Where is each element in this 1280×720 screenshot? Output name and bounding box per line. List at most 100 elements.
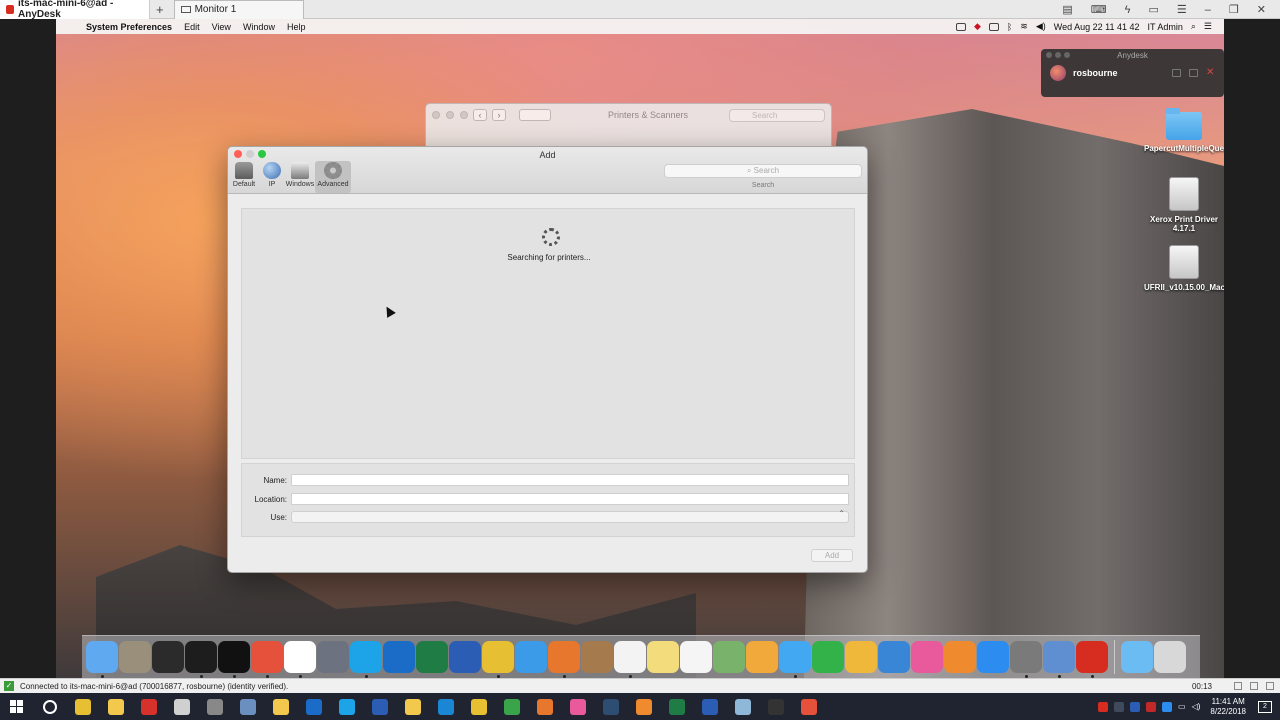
taskbar-excel-button[interactable] [660, 693, 693, 720]
dock-messages-icon[interactable] [779, 641, 811, 678]
printer-list[interactable]: Searching for printers... [241, 208, 855, 459]
taskbar-tools-button[interactable] [198, 693, 231, 720]
dock-launchpad-icon[interactable] [317, 641, 349, 673]
dock-itunes-icon[interactable] [911, 641, 943, 673]
tray-volume-icon[interactable]: ◁) [1192, 702, 1201, 711]
dock-trash-icon[interactable] [1154, 641, 1186, 673]
dock-firefox-icon[interactable] [548, 641, 580, 678]
dock-notes-pad-icon[interactable] [119, 641, 151, 673]
dock-pages-icon[interactable] [845, 641, 877, 673]
spotlight-icon[interactable]: ⌕ [1191, 21, 1196, 32]
taskbar-remote-button[interactable] [363, 693, 396, 720]
disconnect-icon[interactable]: ✕ [1206, 68, 1215, 78]
taskbar-app-button[interactable] [165, 693, 198, 720]
dock-downloads-icon[interactable] [1121, 641, 1153, 673]
taskbar-acrobat-button[interactable] [132, 693, 165, 720]
taskbar-chrome-2-button[interactable] [462, 693, 495, 720]
taskbar-file-explorer-button[interactable] [99, 693, 132, 720]
file-transfer-icon[interactable] [1172, 69, 1181, 77]
dock-ibooks-icon[interactable] [944, 641, 976, 673]
menu-window[interactable]: Window [237, 22, 281, 32]
app-menu[interactable]: System Preferences [80, 22, 178, 32]
dock-word-icon[interactable] [449, 641, 481, 673]
tray-monitor-icon[interactable] [1114, 701, 1125, 712]
airplay-icon[interactable] [988, 22, 999, 31]
remote-desktop[interactable]: System Preferences Edit View Window Help… [56, 19, 1224, 678]
dock-terminal-icon[interactable] [218, 641, 250, 678]
taskbar-chrome-button[interactable] [66, 693, 99, 720]
dock-anydesk-icon[interactable] [251, 641, 283, 678]
keyboard-icon[interactable]: ⌨ [1091, 3, 1107, 16]
desktop-icon-papercut[interactable]: PapercutMultipleQueuesTest [1144, 108, 1224, 153]
menu-icon[interactable]: ☰ [1177, 3, 1187, 16]
wifi-icon[interactable]: ≋ [1020, 21, 1028, 32]
settings-icon[interactable] [1266, 682, 1274, 690]
dock-safari-icon[interactable] [515, 641, 547, 673]
add-button[interactable]: Add [811, 549, 853, 562]
zoom-light[interactable] [460, 111, 468, 119]
back-button[interactable]: ‹ [473, 109, 487, 121]
clock-text[interactable]: Wed Aug 22 11 41 42 [1054, 22, 1140, 32]
taskbar-remote-desktop-button[interactable] [231, 693, 264, 720]
taskbar-chrome-3-button[interactable] [495, 693, 528, 720]
start-button[interactable] [0, 693, 33, 720]
dock-screen-sharing-icon[interactable] [1043, 641, 1075, 678]
toolbar-ip[interactable]: IP [259, 161, 285, 193]
dock-photos-icon[interactable] [746, 641, 778, 673]
taskbar-firefox-button[interactable] [528, 693, 561, 720]
menu-help[interactable]: Help [281, 22, 312, 32]
dock-disk-utility-icon[interactable] [152, 641, 184, 673]
close-light[interactable] [432, 111, 440, 119]
status-icon[interactable] [955, 22, 966, 31]
session-tab[interactable]: its-mac-mini-6@ad - AnyDesk [0, 0, 150, 20]
notification-center-button[interactable]: 2 [1258, 700, 1272, 713]
dock-calendar-icon[interactable] [614, 641, 646, 678]
chat-icon[interactable]: ▤ [1062, 3, 1072, 16]
tray-bluetooth-icon[interactable] [1130, 701, 1141, 712]
taskbar-itunes-button[interactable] [561, 693, 594, 720]
desktop-icon-xerox[interactable]: Xerox Print Driver 4.17.1 [1144, 177, 1224, 233]
menu-view[interactable]: View [206, 22, 237, 32]
dock-chrome-icon[interactable] [482, 641, 514, 678]
notification-center-icon[interactable]: ☰ [1204, 21, 1212, 32]
dock-system-preferences-icon[interactable] [1010, 641, 1042, 678]
toolbar-advanced[interactable]: Advanced [315, 161, 351, 193]
actions-icon[interactable]: ϟ [1125, 4, 1131, 16]
desktop-icon-ufrii[interactable]: UFRII_v10.15.00_Mac [1144, 245, 1224, 292]
dock-app-store-icon[interactable] [977, 641, 1009, 673]
taskbar-folder-button[interactable] [396, 693, 429, 720]
toolbar-windows[interactable]: Windows [286, 161, 314, 193]
tray-anydesk-icon[interactable] [1098, 701, 1109, 712]
chat-panel-icon[interactable] [1189, 69, 1198, 77]
dock-maps-icon[interactable] [713, 641, 745, 673]
dock-facetime-icon[interactable] [812, 641, 844, 673]
dock-outlook-icon[interactable] [383, 641, 415, 673]
minimize-button[interactable]: – [1205, 4, 1211, 16]
dock-activity-monitor-icon[interactable] [185, 641, 217, 678]
dock-finder-icon[interactable] [86, 641, 118, 678]
taskbar-skype-button[interactable] [330, 693, 363, 720]
location-field[interactable] [291, 493, 849, 505]
dock-keynote-icon[interactable] [878, 641, 910, 673]
taskbar-outlook-button[interactable] [297, 693, 330, 720]
dock-contacts-icon[interactable] [581, 641, 613, 673]
record-icon[interactable]: ◆ [974, 21, 981, 32]
taskbar-word-button[interactable] [693, 693, 726, 720]
volume-icon[interactable]: ◀) [1036, 21, 1046, 32]
dock-printer-queue-icon[interactable] [1076, 641, 1108, 678]
monitor-tab[interactable]: Monitor 1 [173, 0, 304, 19]
clipboard-icon[interactable] [1250, 682, 1258, 690]
tray-dropbox-icon[interactable] [1162, 701, 1173, 712]
restore-button[interactable]: ❐ [1229, 3, 1239, 16]
close-button[interactable]: ✕ [1257, 3, 1266, 16]
dock-flir-cloud-icon[interactable] [284, 641, 316, 678]
name-field[interactable] [291, 474, 849, 486]
taskbar-amazon-button[interactable] [594, 693, 627, 720]
taskbar-vlc-button[interactable] [627, 693, 660, 720]
lock-icon[interactable] [1234, 682, 1242, 690]
tray-app-icon[interactable] [1146, 701, 1157, 712]
user-menu[interactable]: IT Admin [1148, 22, 1183, 32]
use-select[interactable] [291, 509, 849, 523]
menu-edit[interactable]: Edit [178, 22, 206, 32]
taskbar-clock[interactable]: 11:41 AM 8/22/2018 [1210, 697, 1246, 717]
